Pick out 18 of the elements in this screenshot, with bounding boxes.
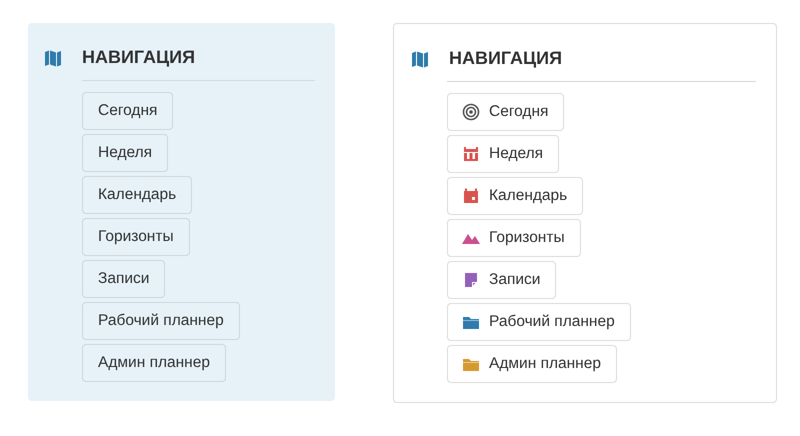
nav-button[interactable]: Записи bbox=[447, 261, 556, 299]
nav-button[interactable]: Горизонты bbox=[82, 218, 190, 256]
section-heading: НАВИГАЦИЯ bbox=[82, 47, 196, 68]
nav-button[interactable]: Горизонты bbox=[447, 219, 581, 257]
nav-button[interactable]: Записи bbox=[82, 260, 166, 298]
nav-button[interactable]: Календарь bbox=[447, 177, 584, 215]
map-icon bbox=[411, 50, 429, 68]
nav-button[interactable]: Рабочий планнер bbox=[447, 303, 631, 341]
map-icon bbox=[44, 48, 62, 66]
nav-button[interactable]: Админ планнер bbox=[447, 345, 617, 383]
nav-button[interactable]: Неделя bbox=[82, 134, 168, 172]
nav-button[interactable]: Календарь bbox=[82, 176, 192, 214]
section-heading: НАВИГАЦИЯ bbox=[449, 48, 562, 69]
nav-button[interactable]: Сегодня bbox=[447, 93, 564, 131]
nav-button[interactable]: Рабочий планнер bbox=[82, 302, 240, 340]
nav-button[interactable]: Админ планнер bbox=[82, 344, 226, 382]
nav-button[interactable]: Неделя bbox=[447, 135, 560, 173]
nav-button[interactable]: Сегодня bbox=[82, 92, 174, 130]
